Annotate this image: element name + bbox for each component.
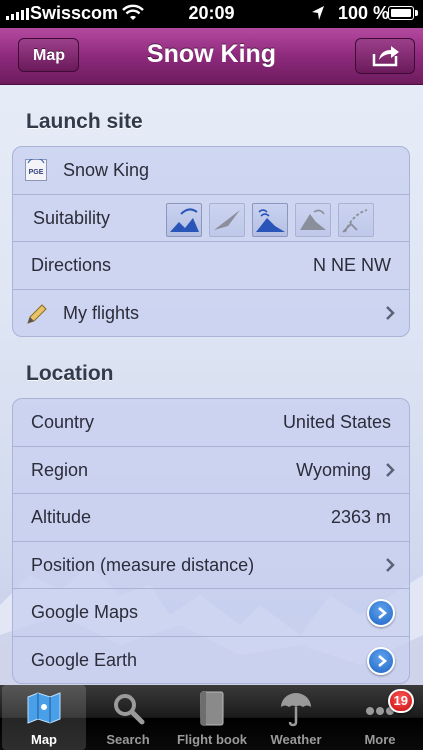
battery-percent: 100 % [338,3,390,23]
site-name-row: PGE Snow King [13,147,409,195]
navigation-bar: Map Snow King [0,28,423,85]
google-maps-disclosure-button[interactable] [367,599,395,627]
umbrella-icon [281,693,311,727]
tab-map[interactable]: Map [2,685,86,750]
chevron-right-icon [386,305,395,320]
thermal-icon [252,202,288,237]
suitability-row: Suitability [13,195,409,242]
notification-badge: 19 [387,689,414,713]
directions-label: Directions [31,255,112,275]
altitude-label: Altitude [31,507,92,527]
tab-weather-label: Weather [270,732,322,747]
position-label: Position (measure distance) [31,554,255,575]
book-icon [200,691,224,726]
position-row[interactable]: Position (measure distance) [13,542,409,589]
tab-flight-book-label: Flight book [176,732,248,747]
tab-search-label: Search [106,732,150,747]
suitability-label: Suitability [33,207,111,228]
tab-more[interactable]: 19 More [338,685,422,750]
pencil-icon [27,303,47,324]
app-screen: Swisscom 20:09 100 % Map Snow King Launc… [0,0,423,750]
tab-weather[interactable]: Weather [254,685,338,750]
google-earth-label: Google Earth [31,649,138,670]
tab-search[interactable]: Search [86,685,170,750]
suitability-icons [166,202,374,237]
google-maps-label: Google Maps [31,602,139,622]
cross-country-icon [338,202,374,237]
region-value: Wyoming [296,459,371,480]
detail-scroll-view[interactable]: Launch site PGE Snow King Suitability Di… [0,85,423,685]
site-name: Snow King [63,160,150,180]
directions-value: N NE NW [313,255,391,275]
location-header: Location [26,362,114,385]
google-earth-row[interactable]: Google Earth [13,637,409,684]
location-group: Country United States Region Wyoming Alt… [12,398,410,684]
my-flights-row[interactable]: My flights [13,290,409,337]
chevron-right-icon [386,462,395,477]
share-button[interactable] [355,38,415,74]
svg-text:PGE: PGE [29,169,44,176]
country-value: United States [282,412,391,432]
country-label: Country [31,412,95,432]
location-arrow-icon [312,6,324,20]
search-icon [114,694,145,725]
tab-map-label: Map [31,732,57,747]
map-icon [27,692,61,724]
share-icon [372,46,399,67]
launch-site-group: PGE Snow King Suitability Directions N N… [12,146,410,337]
region-row[interactable]: Region Wyoming [13,447,409,494]
google-maps-row[interactable]: Google Maps [13,589,409,637]
tab-flight-book[interactable]: Flight book [170,685,254,750]
paraglider-icon [166,202,202,237]
chevron-right-icon [386,557,395,572]
soaring-icon [295,202,331,237]
chevron-right-icon [378,654,388,667]
country-row: Country United States [13,399,409,447]
my-flights-label: My flights [63,302,140,323]
status-bar: Swisscom 20:09 100 % [0,0,423,28]
chevron-right-icon [378,607,388,619]
battery-icon [388,6,418,20]
directions-row: Directions N NE NW [13,242,409,290]
altitude-row: Altitude 2363 m [13,494,409,542]
altitude-value: 2363 m [330,507,391,527]
pge-logo-icon: PGE [25,159,47,181]
region-label: Region [31,459,89,480]
hang-glider-icon [209,202,245,237]
launch-site-header: Launch site [26,110,143,133]
google-earth-disclosure-button[interactable] [367,646,395,675]
tab-bar: Map Search Flight book Weather 19 More [0,685,423,750]
tab-more-label: More [364,732,396,747]
